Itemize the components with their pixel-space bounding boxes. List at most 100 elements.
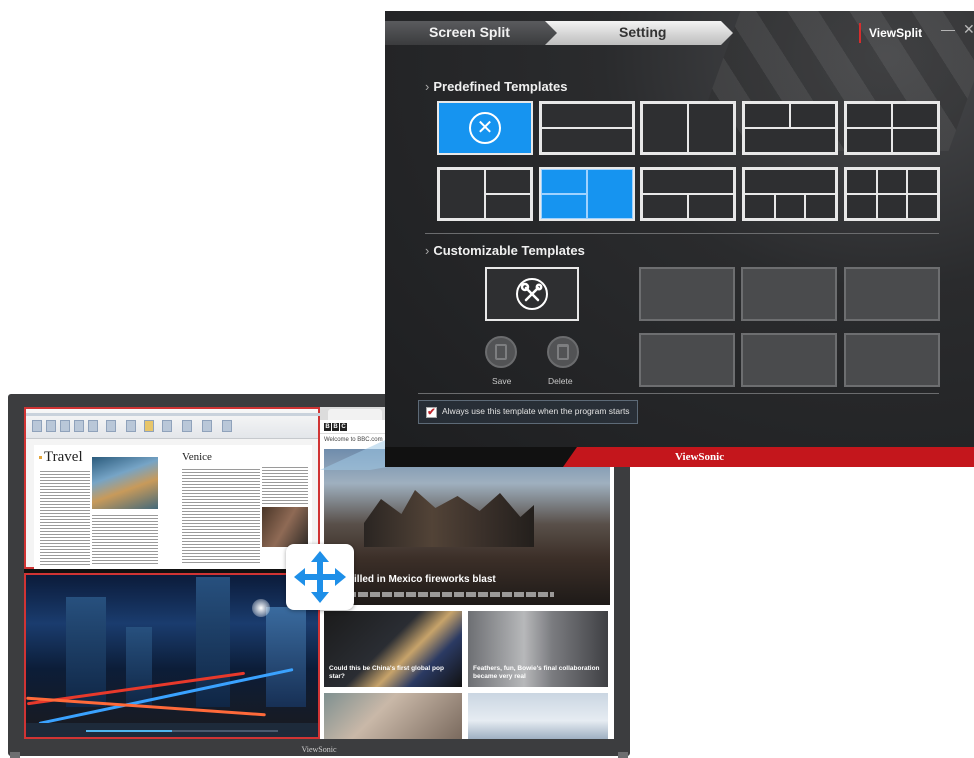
template-cell <box>541 169 587 194</box>
doc-text-column <box>92 513 158 565</box>
video-progress[interactable] <box>86 730 278 732</box>
template-cell <box>892 128 938 153</box>
viewsplit-window: Screen Split Setting ViewSplit — ✕ › Pred… <box>385 11 974 467</box>
template-cell <box>790 103 836 128</box>
footer-logo: ViewSonic <box>675 451 725 463</box>
template-thumb[interactable] <box>640 167 736 221</box>
delete-button[interactable] <box>547 336 579 368</box>
doc-text-column <box>262 465 308 505</box>
template-cell <box>892 103 938 128</box>
tile-caption[interactable]: Feathers, fun, Bowie's final collaborati… <box>473 665 603 681</box>
template-thumb[interactable] <box>844 167 940 221</box>
news-tile[interactable] <box>468 693 608 739</box>
template-thumb[interactable] <box>742 101 838 155</box>
template-cell <box>541 103 633 128</box>
custom-template-slot[interactable] <box>639 333 735 387</box>
template-cell <box>805 194 836 219</box>
template-thumb[interactable] <box>539 167 635 221</box>
template-cell <box>907 169 938 194</box>
trash-icon <box>557 344 569 360</box>
news-hero[interactable]: ns killed in Mexico fireworks blast <box>324 449 610 605</box>
template-thumb[interactable] <box>437 167 533 221</box>
customize-template-button[interactable] <box>485 267 579 321</box>
startup-option-label: Always use this template when the progra… <box>442 406 630 416</box>
close-button[interactable]: ✕ <box>963 21 974 38</box>
browser-tab[interactable] <box>328 409 382 420</box>
section-divider <box>425 233 939 234</box>
video-controls[interactable] <box>26 723 318 737</box>
template-cell <box>642 103 688 153</box>
tab-screen-split[interactable]: Screen Split <box>385 21 559 45</box>
template-cell <box>876 169 908 194</box>
save-button[interactable] <box>485 336 517 368</box>
hero-headline[interactable]: ns killed in Mexico fireworks blast <box>334 574 496 585</box>
template-cell <box>688 103 734 153</box>
save-label: Save <box>492 376 512 386</box>
template-thumb[interactable] <box>640 101 736 155</box>
doc-photo <box>262 507 308 547</box>
window-footer: ViewSonic <box>385 447 974 467</box>
section-divider <box>418 393 939 394</box>
document-pane[interactable]: Travel Venice <box>24 407 320 569</box>
chevron-right-icon: › <box>425 79 430 94</box>
template-cell <box>541 128 633 153</box>
video-pane[interactable] <box>24 573 320 739</box>
tab-screen-split-label: Screen Split <box>429 24 510 40</box>
custom-template-slot[interactable] <box>741 267 837 321</box>
doc-photo <box>92 457 158 509</box>
template-thumb[interactable] <box>742 167 838 221</box>
template-cell <box>485 169 531 194</box>
template-thumb[interactable] <box>539 101 635 155</box>
doc-text-column <box>182 467 260 565</box>
template-cell <box>587 169 633 219</box>
template-cell <box>846 128 892 153</box>
save-icon <box>495 344 507 360</box>
tab-setting[interactable]: Setting <box>545 21 733 45</box>
startup-template-option[interactable]: ✔ Always use this template when the prog… <box>418 400 638 424</box>
custom-template-slot[interactable] <box>639 267 735 321</box>
predefined-title-text: Predefined Templates <box>433 79 568 94</box>
template-cell <box>744 169 836 194</box>
monitor-logo: ViewSonic <box>301 745 337 754</box>
monitor-foot <box>618 752 628 758</box>
move-arrows-icon <box>294 551 346 603</box>
template-cell <box>688 194 734 219</box>
custom-template-slot[interactable] <box>844 333 940 387</box>
template-thumb[interactable] <box>844 101 940 155</box>
customizable-title-text: Customizable Templates <box>433 243 585 258</box>
move-handle[interactable] <box>286 544 354 610</box>
template-cell <box>846 169 877 194</box>
template-cell <box>744 103 790 128</box>
news-tile[interactable] <box>324 693 462 739</box>
doc-title-venice: Venice <box>182 451 212 463</box>
tile-caption[interactable]: Could this be China's first global pop s… <box>329 665 457 681</box>
template-cell <box>907 194 938 219</box>
news-tile[interactable]: Feathers, fun, Bowie's final collaborati… <box>468 611 608 687</box>
doc-title-travel: Travel <box>39 449 83 465</box>
template-cell <box>439 169 485 219</box>
template-cell <box>744 194 775 219</box>
template-cell <box>876 194 908 219</box>
news-tile[interactable]: Could this be China's first global pop s… <box>324 611 462 687</box>
template-cell <box>744 128 836 153</box>
bbc-logo[interactable]: BBC <box>324 423 347 431</box>
customizable-section-title: › Customizable Templates <box>425 243 585 258</box>
tab-setting-label: Setting <box>619 24 667 40</box>
predefined-section-title: › Predefined Templates <box>425 79 567 94</box>
cancel-icon: ✕ <box>469 112 501 144</box>
template-cell <box>846 194 877 219</box>
startup-checkbox[interactable]: ✔ <box>426 407 437 418</box>
delete-label: Delete <box>548 376 573 386</box>
no-split-template[interactable]: ✕ <box>437 101 533 155</box>
custom-template-slot[interactable] <box>741 333 837 387</box>
doc-text-column <box>40 469 90 565</box>
app-brand: ViewSplit <box>859 23 922 43</box>
tools-icon <box>516 278 548 310</box>
minimize-button[interactable]: — <box>941 21 955 37</box>
template-cell <box>774 194 806 219</box>
window-tabbar: Screen Split Setting ViewSplit — ✕ <box>385 11 974 51</box>
custom-template-slot[interactable] <box>844 267 940 321</box>
template-cell <box>642 169 734 194</box>
template-cell <box>485 194 531 219</box>
product-illustration: Travel Venice BBC Welcome to BBC.com ns … <box>0 0 974 758</box>
